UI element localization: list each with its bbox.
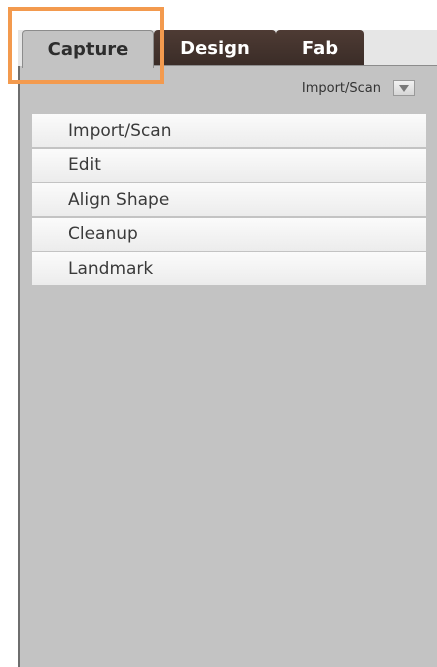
menu-item-label: Cleanup — [68, 224, 138, 244]
tab-design[interactable]: Design — [154, 30, 276, 66]
tab-capture-label: Capture — [47, 39, 129, 60]
capture-menu: Import/Scan Edit Align Shape Cleanup Lan… — [32, 114, 426, 287]
menu-item-edit[interactable]: Edit — [32, 148, 426, 182]
tab-fab-label: Fab — [301, 37, 339, 59]
menu-item-cleanup[interactable]: Cleanup — [32, 217, 426, 251]
menu-item-label: Import/Scan — [68, 120, 172, 141]
tab-capture[interactable]: Capture — [22, 30, 154, 68]
mode-dropdown-value: Import/Scan — [301, 80, 381, 96]
menu-item-landmark[interactable]: Landmark — [32, 252, 426, 285]
menu-item-label: Landmark — [68, 258, 154, 279]
mode-dropdown[interactable]: Import/Scan — [302, 78, 415, 98]
chevron-down-icon — [399, 84, 409, 92]
dropdown-button[interactable] — [393, 80, 415, 96]
panel-top-border — [154, 65, 437, 66]
menu-item-align-shape[interactable]: Align Shape — [32, 183, 426, 216]
menu-item-import-scan[interactable]: Import/Scan — [32, 114, 426, 147]
menu-item-label: Edit — [68, 155, 101, 175]
app-window: Capture Design Fab Import/Scan Import/Sc… — [0, 0, 437, 667]
tab-design-label: Design — [180, 37, 250, 59]
menu-item-label: Align Shape — [68, 189, 170, 210]
tab-fab[interactable]: Fab — [276, 30, 364, 66]
